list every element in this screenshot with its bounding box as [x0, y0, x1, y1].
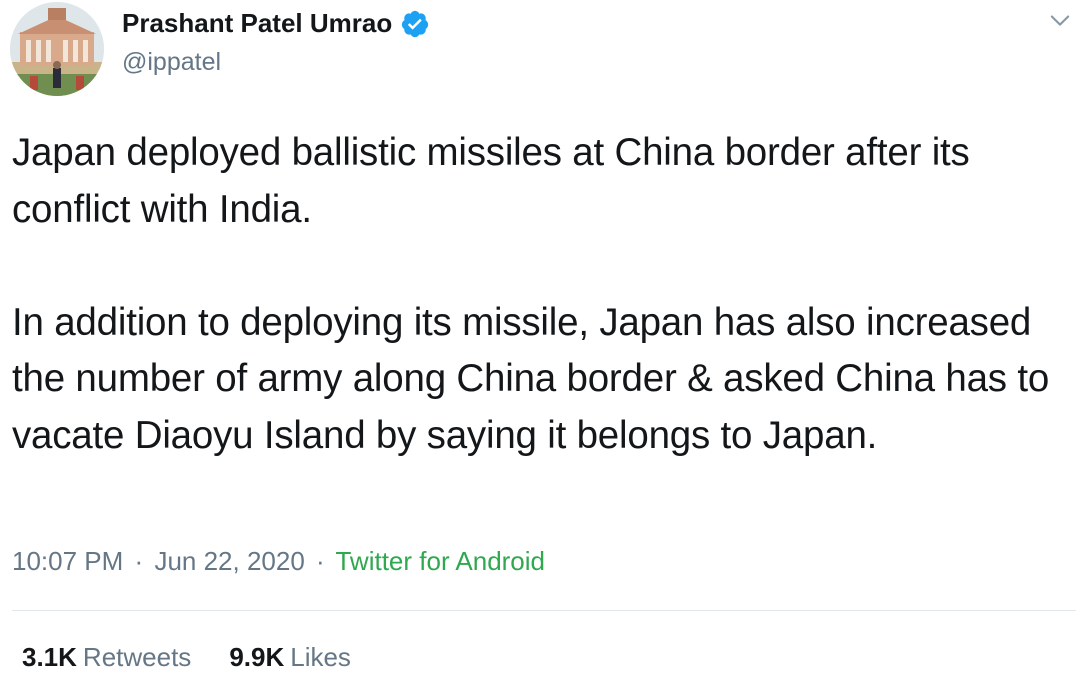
likes-count: 9.9K — [229, 642, 285, 672]
building-avatar-icon — [10, 2, 104, 96]
verified-badge-icon — [400, 9, 430, 39]
retweets-label: Retweets — [82, 642, 192, 672]
tweet-time[interactable]: 10:07 PM — [12, 546, 123, 576]
meta-separator: · — [316, 546, 325, 576]
tweet-stats: 3.1K Retweets 9.9K Likes — [22, 642, 351, 673]
author-display-name[interactable]: Prashant Patel Umrao — [122, 8, 392, 39]
retweets-count: 3.1K — [22, 642, 77, 672]
tweet-source-link[interactable]: Twitter for Android — [335, 546, 545, 576]
author-handle[interactable]: @ippatel — [122, 48, 221, 77]
retweets-stat[interactable]: 3.1K Retweets — [22, 642, 191, 673]
avatar[interactable] — [10, 2, 104, 96]
likes-stat[interactable]: 9.9K Likes — [229, 642, 351, 673]
tweet-card: Prashant Patel Umrao @ippatel Japan depl… — [0, 0, 1089, 692]
meta-separator: · — [134, 546, 144, 576]
author-name-row: Prashant Patel Umrao — [122, 8, 430, 39]
likes-label: Likes — [290, 642, 351, 672]
tweet-date[interactable]: Jun 22, 2020 — [154, 546, 304, 576]
tweet-paragraph: In addition to deploying its missile, Ja… — [12, 300, 1050, 457]
divider — [12, 610, 1076, 611]
chevron-down-icon[interactable] — [1046, 6, 1074, 34]
tweet-paragraph: Japan deployed ballistic missiles at Chi… — [12, 131, 970, 231]
tweet-meta: 10:07 PM · Jun 22, 2020 · Twitter for An… — [12, 546, 545, 577]
tweet-text: Japan deployed ballistic missiles at Chi… — [12, 125, 1082, 464]
